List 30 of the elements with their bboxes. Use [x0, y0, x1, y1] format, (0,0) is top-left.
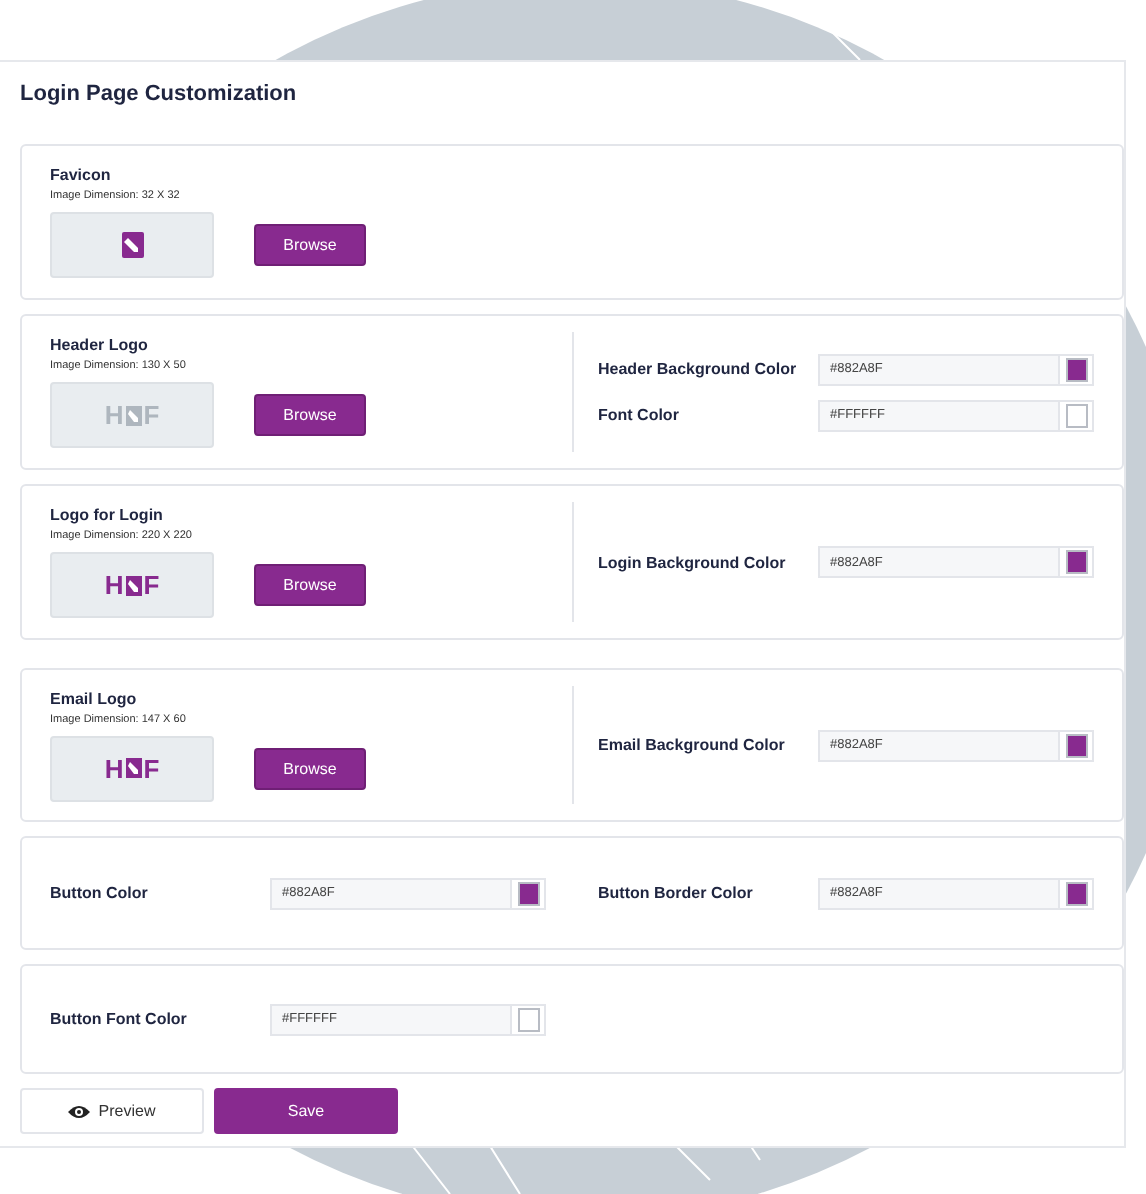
browse-button[interactable]: Browse	[254, 564, 366, 606]
color-label: Login Background Color	[598, 553, 788, 571]
color-swatch[interactable]	[1065, 881, 1087, 905]
color-label: Button Border Color	[598, 884, 755, 902]
save-button[interactable]: Save	[214, 1088, 398, 1134]
logo: H F	[104, 753, 160, 783]
color-swatch[interactable]	[517, 1007, 539, 1031]
eye-icon	[68, 1103, 91, 1119]
browse-button[interactable]: Browse	[254, 747, 366, 789]
color-label: Button Font Color	[50, 1010, 189, 1028]
color-swatch[interactable]	[1065, 550, 1087, 574]
color-label: Font Color	[598, 406, 681, 424]
preview-button[interactable]: Preview	[20, 1088, 204, 1134]
color-swatch[interactable]	[1065, 733, 1087, 757]
browse-button[interactable]: Browse	[254, 224, 366, 266]
logo: H F	[104, 400, 160, 430]
logo: H F	[104, 570, 160, 600]
section-label: Favicon	[50, 166, 113, 184]
section-label: Email Logo	[50, 689, 139, 707]
section-label: Header Logo	[50, 336, 150, 354]
section-label: Logo for Login	[50, 506, 165, 524]
color-swatch[interactable]	[517, 881, 539, 905]
color-label: Button Color	[50, 884, 150, 902]
pencil-icon	[121, 232, 143, 258]
color-swatch[interactable]	[1065, 403, 1087, 427]
color-label: Email Background Color	[598, 736, 787, 754]
page-title: Login Page Customization	[20, 82, 299, 106]
color-label: Header Background Color	[598, 360, 799, 378]
browse-button[interactable]: Browse	[254, 394, 366, 436]
color-swatch[interactable]	[1065, 357, 1087, 381]
